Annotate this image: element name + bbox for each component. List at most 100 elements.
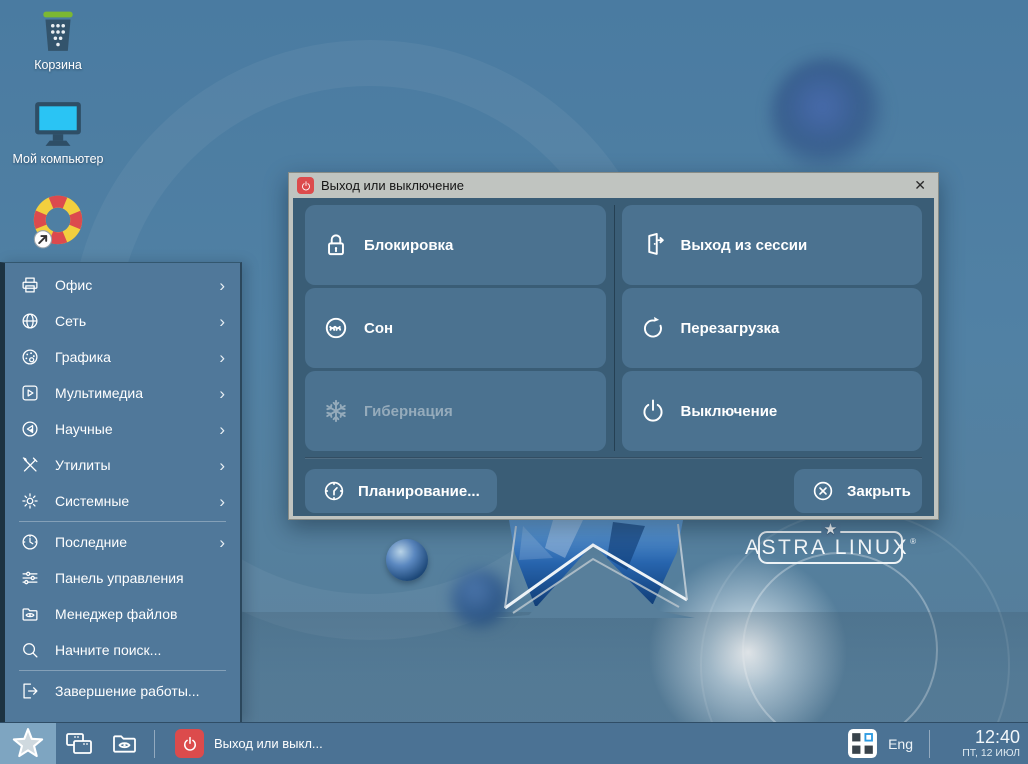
taskbar-task-logout-dialog[interactable]: Выход или выкл... [161,723,337,764]
registered-mark: ® [910,537,916,546]
clock-time: 12:40 [948,728,1020,748]
chevron-right-icon: › [219,421,225,438]
star-icon: ★ [821,522,840,537]
folder-eye-icon [18,602,42,626]
palette-icon [18,345,42,369]
power-icon [297,177,314,194]
footer-separator [305,457,922,459]
task-label: Выход или выкл... [214,736,323,751]
restart-button[interactable]: Перезагрузка [622,288,923,368]
keyboard-layout-icon[interactable] [847,728,878,759]
chevron-right-icon: › [219,349,225,366]
menu-item-file-manager[interactable]: Менеджер файлов [5,596,240,632]
close-circle-icon [810,478,836,504]
action-label: Гибернация [364,403,453,420]
dialog-title: Выход или выключение [321,178,903,193]
menu-item-multimedia[interactable]: Мультимедиа › [5,375,240,411]
show-windows-button[interactable] [56,723,102,764]
restart-icon [638,313,668,343]
science-icon [18,417,42,441]
background-glow-ring [742,552,938,748]
taskbar-clock[interactable]: 12:40 ПТ, 12 ИЮЛ [948,728,1020,759]
clock-date: ПТ, 12 ИЮЛ [948,748,1020,760]
desktop: ★ ASTRA LINUX ® Корзина Мой компьютер [0,0,1028,764]
menu-item-label: Завершение работы... [55,683,240,699]
desktop-icon-label: Корзина [34,58,82,74]
action-label: Перезагрузка [681,320,780,337]
power-icon [175,729,204,758]
star-icon [11,727,45,761]
chevron-right-icon: › [219,493,225,510]
action-label: Выход из сессии [681,237,808,254]
folder-eye-icon [110,729,140,759]
action-label: Закрыть [847,483,911,500]
clock-icon [18,530,42,554]
taskbar: Выход или выкл... Eng 12:40 ПТ, 12 ИЮЛ [0,722,1028,764]
menu-item-shutdown[interactable]: Завершение работы... [5,673,240,709]
menu-item-label: Сеть [55,313,206,329]
menu-item-control-panel[interactable]: Панель управления [5,560,240,596]
astra-linux-logo: ★ ASTRA LINUX ® [758,531,903,564]
printer-icon [18,273,42,297]
sleep-button[interactable]: Сон [305,288,606,368]
dialog-content: Блокировка Выход из сессии Сон [293,198,934,516]
menu-item-label: Утилиты [55,457,206,473]
tools-icon [18,453,42,477]
menu-item-label: Системные [55,493,206,509]
brand-name: ASTRA LINUX [745,536,909,560]
action-label: Выключение [681,403,778,420]
menu-item-utilities[interactable]: Утилиты › [5,447,240,483]
menu-item-system[interactable]: Системные › [5,483,240,519]
menu-item-search[interactable]: Начните поиск... [5,632,240,668]
close-dialog-button[interactable]: Закрыть [794,469,922,513]
sleep-icon [321,313,351,343]
menu-item-label: Мультимедиа [55,385,206,401]
snowflake-icon [321,396,351,426]
desktop-icon-trash[interactable]: Корзина [12,10,104,74]
menu-item-network[interactable]: Сеть › [5,303,240,339]
menu-item-label: Последние [55,534,206,550]
menu-item-graphics[interactable]: Графика › [5,339,240,375]
logout-button[interactable]: Выход из сессии [622,205,923,285]
menu-item-office[interactable]: Офис › [5,267,240,303]
keyboard-layout-label[interactable]: Eng [888,736,913,752]
astra-crystal-graphic [495,518,695,618]
shutdown-button[interactable]: Выключение [622,371,923,451]
desktop-icon-label: Мой компьютер [13,152,104,168]
lifebuoy-icon [29,192,87,250]
windows-icon [64,729,94,759]
action-label: Планирование... [358,483,480,500]
chevron-right-icon: › [219,534,225,551]
exit-icon [18,679,42,703]
search-icon [18,638,42,662]
menu-item-label: Офис [55,277,206,293]
play-video-icon [18,381,42,405]
menu-item-label: Научные [55,421,206,437]
gear-icon [18,489,42,513]
trash-icon [35,10,81,54]
taskbar-divider [929,730,930,758]
menu-item-label: Панель управления [55,570,240,586]
background-blurred-sphere-bottom [452,570,508,626]
lock-button[interactable]: Блокировка [305,205,606,285]
chevron-right-icon: › [219,457,225,474]
start-menu-button[interactable] [0,723,56,764]
logout-door-icon [638,230,668,260]
close-icon[interactable]: ✕ [910,177,930,194]
schedule-clock-icon [321,478,347,504]
planning-button[interactable]: Планирование... [305,469,497,513]
menu-item-recent[interactable]: Последние › [5,524,240,560]
menu-item-science[interactable]: Научные › [5,411,240,447]
power-icon [638,396,668,426]
menu-divider [19,521,226,522]
desktop-icon-my-computer[interactable]: Мой компьютер [12,100,104,168]
sliders-icon [18,566,42,590]
action-label: Сон [364,320,393,337]
dialog-titlebar[interactable]: Выход или выключение ✕ [289,173,938,198]
desktop-icon-help-shortcut[interactable] [28,192,88,250]
dialog-action-grid: Блокировка Выход из сессии Сон [305,205,922,451]
file-manager-button[interactable] [102,723,148,764]
chevron-right-icon: › [219,385,225,402]
computer-icon [32,100,84,148]
globe-icon [18,309,42,333]
